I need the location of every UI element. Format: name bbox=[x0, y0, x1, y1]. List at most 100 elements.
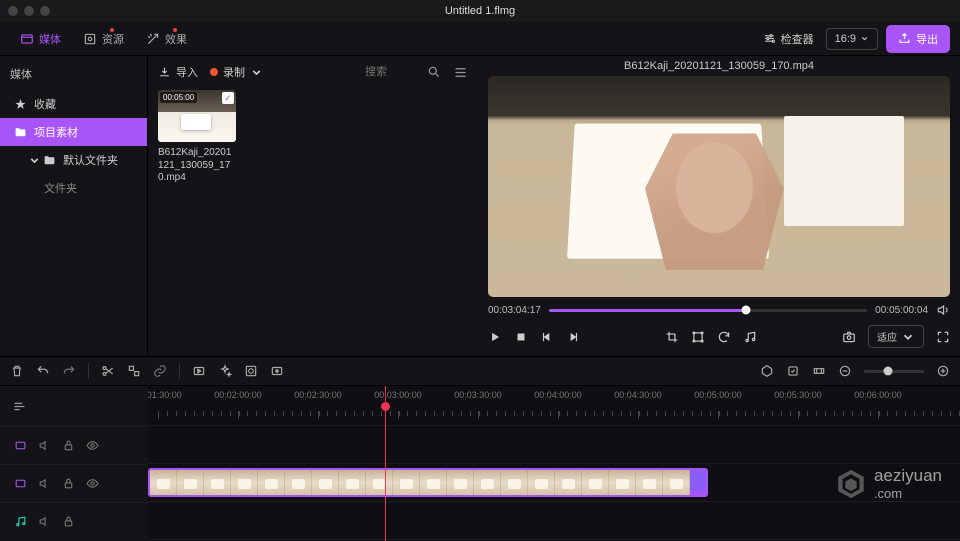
search-icon[interactable] bbox=[427, 65, 441, 79]
inspector-button[interactable]: 检查器 bbox=[753, 26, 824, 52]
enhance-icon[interactable] bbox=[218, 364, 232, 378]
aspect-ratio-value: 16:9 bbox=[835, 33, 856, 45]
mute-icon[interactable] bbox=[38, 477, 51, 490]
fit-select[interactable]: 适应 bbox=[868, 325, 924, 348]
minimize-window[interactable] bbox=[24, 6, 34, 16]
link-icon[interactable] bbox=[153, 364, 167, 378]
mute-icon[interactable] bbox=[38, 515, 51, 528]
folder-label: 文件夹 bbox=[44, 180, 77, 196]
next-frame-icon[interactable] bbox=[566, 330, 580, 344]
fit-label: 适应 bbox=[877, 329, 897, 344]
transform-icon[interactable] bbox=[691, 330, 705, 344]
sidebar-item-project-assets[interactable]: 项目素材 bbox=[0, 118, 147, 146]
clip-used-check-icon: ✓ bbox=[222, 92, 234, 104]
fullscreen-icon[interactable] bbox=[936, 330, 950, 344]
chevron-down-icon bbox=[860, 34, 869, 43]
sidebar-header: 媒体 bbox=[0, 62, 147, 90]
update-dot-icon bbox=[173, 28, 177, 32]
speed-icon[interactable] bbox=[192, 364, 206, 378]
window-controls[interactable] bbox=[8, 6, 50, 16]
tab-effect-label: 效果 bbox=[165, 31, 187, 47]
record-button[interactable]: 录制 bbox=[210, 64, 263, 80]
delete-icon[interactable] bbox=[10, 364, 24, 378]
zoom-slider[interactable] bbox=[864, 370, 924, 373]
preview-timebar: 00:03:04:17 00:05:00:04 bbox=[488, 303, 950, 317]
tab-resource[interactable]: 资源 bbox=[73, 26, 134, 52]
import-button[interactable]: 导入 bbox=[158, 64, 198, 80]
preview-viewport[interactable] bbox=[488, 76, 950, 297]
visibility-icon[interactable] bbox=[86, 477, 99, 490]
zoom-in-icon[interactable] bbox=[936, 364, 950, 378]
record-label: 录制 bbox=[223, 64, 245, 80]
video-track-icon[interactable] bbox=[14, 477, 27, 490]
progress-knob[interactable] bbox=[742, 306, 751, 315]
visibility-icon[interactable] bbox=[86, 439, 99, 452]
tab-media-label: 媒体 bbox=[39, 31, 61, 47]
playhead[interactable] bbox=[385, 386, 386, 541]
top-toolbar: 媒体 资源 效果 检查器 16:9 导出 bbox=[0, 22, 960, 56]
mute-icon[interactable] bbox=[38, 439, 51, 452]
audio-track-icon[interactable] bbox=[14, 515, 27, 528]
prev-frame-icon[interactable] bbox=[540, 330, 554, 344]
redo-icon[interactable] bbox=[62, 364, 76, 378]
sidebar-item-folder[interactable]: 文件夹 bbox=[0, 174, 147, 202]
zoom-out-icon[interactable] bbox=[838, 364, 852, 378]
split-icon[interactable] bbox=[101, 364, 115, 378]
video-track-icon[interactable] bbox=[14, 439, 27, 452]
timeline-ruler[interactable]: 00:01:30:0000:02:00:0000:02:30:0000:03:0… bbox=[148, 386, 960, 426]
timeline-clip[interactable] bbox=[148, 468, 708, 497]
zoom-knob[interactable] bbox=[884, 367, 893, 376]
export-button[interactable]: 导出 bbox=[886, 25, 950, 53]
tab-effect[interactable]: 效果 bbox=[136, 26, 197, 52]
volume-icon[interactable] bbox=[936, 303, 950, 317]
clip-name: B612Kaji_20201121_130059_170.mp4 bbox=[158, 147, 236, 185]
lock-icon[interactable] bbox=[62, 439, 75, 452]
media-clip-thumbnail[interactable]: 00:05:00 ✓ B612Kaji_20201121_130059_170.… bbox=[158, 90, 236, 185]
list-view-icon[interactable] bbox=[453, 65, 468, 80]
progress-track[interactable] bbox=[549, 309, 867, 312]
timeline-tracks[interactable]: 00:01:30:0000:02:00:0000:02:30:0000:03:0… bbox=[148, 386, 960, 541]
play-icon[interactable] bbox=[488, 330, 502, 344]
track-head-video-1 bbox=[0, 464, 148, 502]
record-tool-icon[interactable] bbox=[270, 364, 284, 378]
ruler-label: 00:04:30:00 bbox=[614, 390, 662, 400]
crop-tool-icon[interactable] bbox=[127, 364, 141, 378]
undo-icon[interactable] bbox=[36, 364, 50, 378]
media-browser: 导入 录制 00:05:00 ✓ B612Kaji_20201121_13005… bbox=[148, 56, 478, 356]
sidebar-item-favorites[interactable]: 收藏 bbox=[0, 90, 147, 118]
sidebar-item-default-folder[interactable]: 默认文件夹 bbox=[0, 146, 147, 174]
track-audio[interactable] bbox=[148, 502, 960, 540]
stop-icon[interactable] bbox=[514, 330, 528, 344]
fit-timeline-icon[interactable] bbox=[812, 364, 826, 378]
aspect-ratio-select[interactable]: 16:9 bbox=[826, 28, 878, 50]
folder-icon bbox=[14, 126, 27, 139]
ruler-label: 00:03:00:00 bbox=[374, 390, 422, 400]
music-icon[interactable] bbox=[743, 330, 757, 344]
track-video-1[interactable] bbox=[148, 464, 960, 502]
media-icon bbox=[20, 32, 34, 46]
import-label: 导入 bbox=[176, 64, 198, 80]
rotate-icon[interactable] bbox=[717, 330, 731, 344]
color-icon[interactable] bbox=[244, 364, 258, 378]
marker-icon[interactable] bbox=[760, 364, 774, 378]
resource-icon bbox=[83, 32, 97, 46]
snap-icon[interactable] bbox=[786, 364, 800, 378]
crop-icon[interactable] bbox=[665, 330, 679, 344]
lock-icon[interactable] bbox=[62, 515, 75, 528]
zoom-window[interactable] bbox=[40, 6, 50, 16]
ruler-label: 00:02:00:00 bbox=[214, 390, 262, 400]
search-input[interactable] bbox=[365, 66, 415, 78]
tab-media[interactable]: 媒体 bbox=[10, 26, 71, 52]
timeline-options[interactable] bbox=[0, 386, 148, 426]
track-head-audio bbox=[0, 502, 148, 540]
track-video-2[interactable] bbox=[148, 426, 960, 464]
document-title: Untitled 1.flmg bbox=[445, 5, 515, 17]
ruler-label: 00:01:30:00 bbox=[148, 390, 182, 400]
lock-icon[interactable] bbox=[62, 477, 75, 490]
ruler-label: 00:04:00:00 bbox=[534, 390, 582, 400]
clip-duration: 00:05:00 bbox=[160, 92, 197, 103]
main-area: 媒体 收藏 项目素材 默认文件夹 文件夹 导入 录制 bbox=[0, 56, 960, 356]
snapshot-icon[interactable] bbox=[842, 330, 856, 344]
close-window[interactable] bbox=[8, 6, 18, 16]
preview-panel: B612Kaji_20201121_130059_170.mp4 00:03:0… bbox=[478, 56, 960, 356]
